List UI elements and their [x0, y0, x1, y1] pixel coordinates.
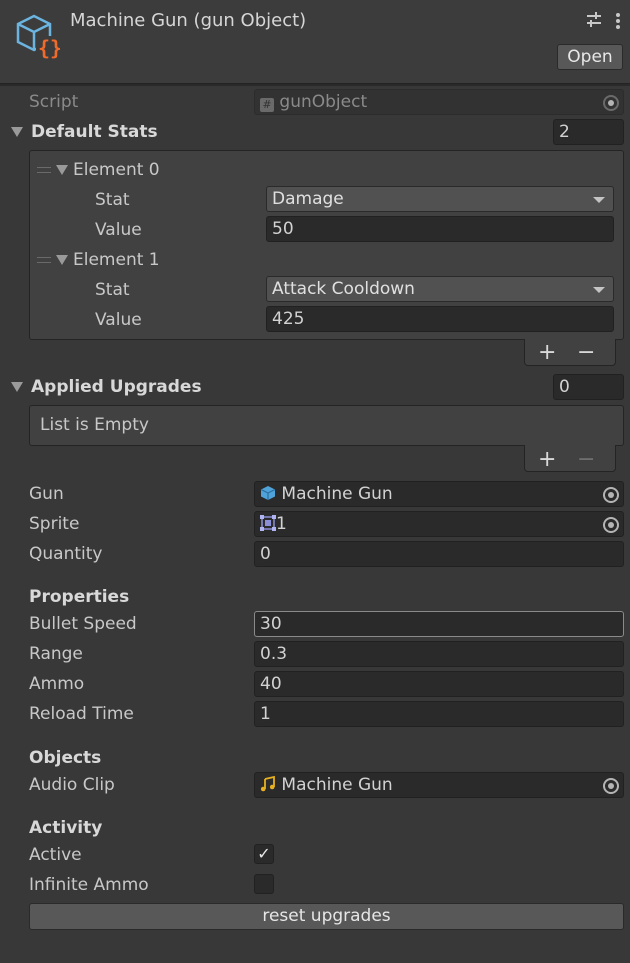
element-0-stat-value: Damage [272, 189, 344, 209]
object-picker-icon[interactable] [603, 517, 619, 533]
svg-text:{}: {} [38, 36, 60, 60]
element-0-foldout-icon[interactable] [56, 165, 68, 175]
range-label: Range [29, 644, 83, 664]
active-checkbox[interactable]: ✓ [254, 844, 274, 864]
reset-upgrades-button[interactable]: reset upgrades [29, 903, 624, 930]
audio-clip-icon [260, 775, 276, 797]
drag-handle-icon[interactable] [37, 257, 51, 263]
element-1-value-label: Value [95, 310, 142, 330]
element-0-stat-label: Stat [95, 190, 130, 210]
gun-object-field[interactable]: Machine Gun [254, 481, 624, 507]
element-0-stat-dropdown[interactable]: Damage [266, 186, 614, 212]
object-picker-icon [603, 95, 619, 111]
quantity-field[interactable]: 0 [254, 541, 624, 567]
element-1-value-field[interactable]: 425 [266, 306, 614, 332]
bullet-speed-label: Bullet Speed [29, 614, 137, 634]
list-empty-text: List is Empty [40, 415, 149, 435]
element-0-value-label: Value [95, 220, 142, 240]
element-0-label[interactable]: Element 0 [73, 160, 160, 180]
chevron-down-icon [593, 287, 605, 293]
remove-upgrade-button: − [577, 447, 596, 472]
audio-clip-value: Machine Gun [281, 775, 393, 795]
default-stats-foldout-icon[interactable] [11, 127, 23, 137]
script-field: # gunObject [254, 89, 624, 115]
chevron-down-icon [593, 197, 605, 203]
add-upgrade-button[interactable]: + [538, 449, 556, 471]
sprite-value: 1 [276, 514, 287, 534]
applied-upgrades-label[interactable]: Applied Upgrades [31, 377, 202, 397]
activity-header: Activity [29, 818, 103, 838]
element-1-stat-dropdown[interactable]: Attack Cooldown [266, 276, 614, 302]
audio-clip-label: Audio Clip [29, 775, 115, 795]
quantity-label: Quantity [29, 544, 103, 564]
gun-value: Machine Gun [281, 484, 393, 504]
open-button[interactable]: Open [557, 44, 623, 70]
active-label: Active [29, 845, 82, 865]
gun-label: Gun [29, 484, 64, 504]
inspector-title: Machine Gun (gun Object) [70, 10, 307, 31]
settings-sliders-icon[interactable] [586, 10, 602, 30]
script-label: Script [29, 92, 79, 112]
ammo-field[interactable]: 40 [254, 671, 624, 697]
checkmark-icon: ✓ [257, 844, 271, 863]
object-picker-icon[interactable] [603, 778, 619, 794]
default-stats-label[interactable]: Default Stats [31, 122, 158, 142]
element-1-stat-value: Attack Cooldown [272, 279, 415, 299]
drag-handle-icon[interactable] [37, 167, 51, 173]
bullet-speed-field[interactable]: 30 [254, 611, 624, 637]
range-field[interactable]: 0.3 [254, 641, 624, 667]
infinite-ammo-label: Infinite Ammo [29, 875, 149, 895]
properties-header: Properties [29, 587, 130, 607]
add-element-button[interactable]: + [538, 342, 556, 364]
sprite-icon [260, 514, 276, 536]
reload-time-label: Reload Time [29, 704, 134, 724]
objects-header: Objects [29, 748, 102, 768]
applied-upgrades-size-field[interactable]: 0 [553, 374, 624, 400]
element-1-label[interactable]: Element 1 [73, 250, 160, 270]
scriptable-object-icon: {} [14, 12, 62, 60]
header-divider [0, 84, 630, 86]
sprite-object-field[interactable]: 1 [254, 511, 624, 537]
cube-icon [260, 484, 276, 506]
infinite-ammo-checkbox[interactable] [254, 874, 274, 894]
default-stats-size-field[interactable]: 2 [553, 119, 624, 145]
ammo-label: Ammo [29, 674, 85, 694]
element-1-foldout-icon[interactable] [56, 255, 68, 265]
element-1-stat-label: Stat [95, 280, 130, 300]
reload-time-field[interactable]: 1 [254, 701, 624, 727]
csharp-script-icon: # [260, 98, 274, 112]
object-picker-icon[interactable] [603, 487, 619, 503]
audio-clip-object-field[interactable]: Machine Gun [254, 772, 624, 798]
applied-upgrades-foldout-icon[interactable] [11, 382, 23, 392]
kebab-menu-icon[interactable] [615, 12, 621, 30]
element-0-value-field[interactable]: 50 [266, 216, 614, 242]
script-value: gunObject [279, 92, 368, 112]
sprite-label: Sprite [29, 514, 80, 534]
remove-element-button[interactable]: − [577, 342, 595, 364]
